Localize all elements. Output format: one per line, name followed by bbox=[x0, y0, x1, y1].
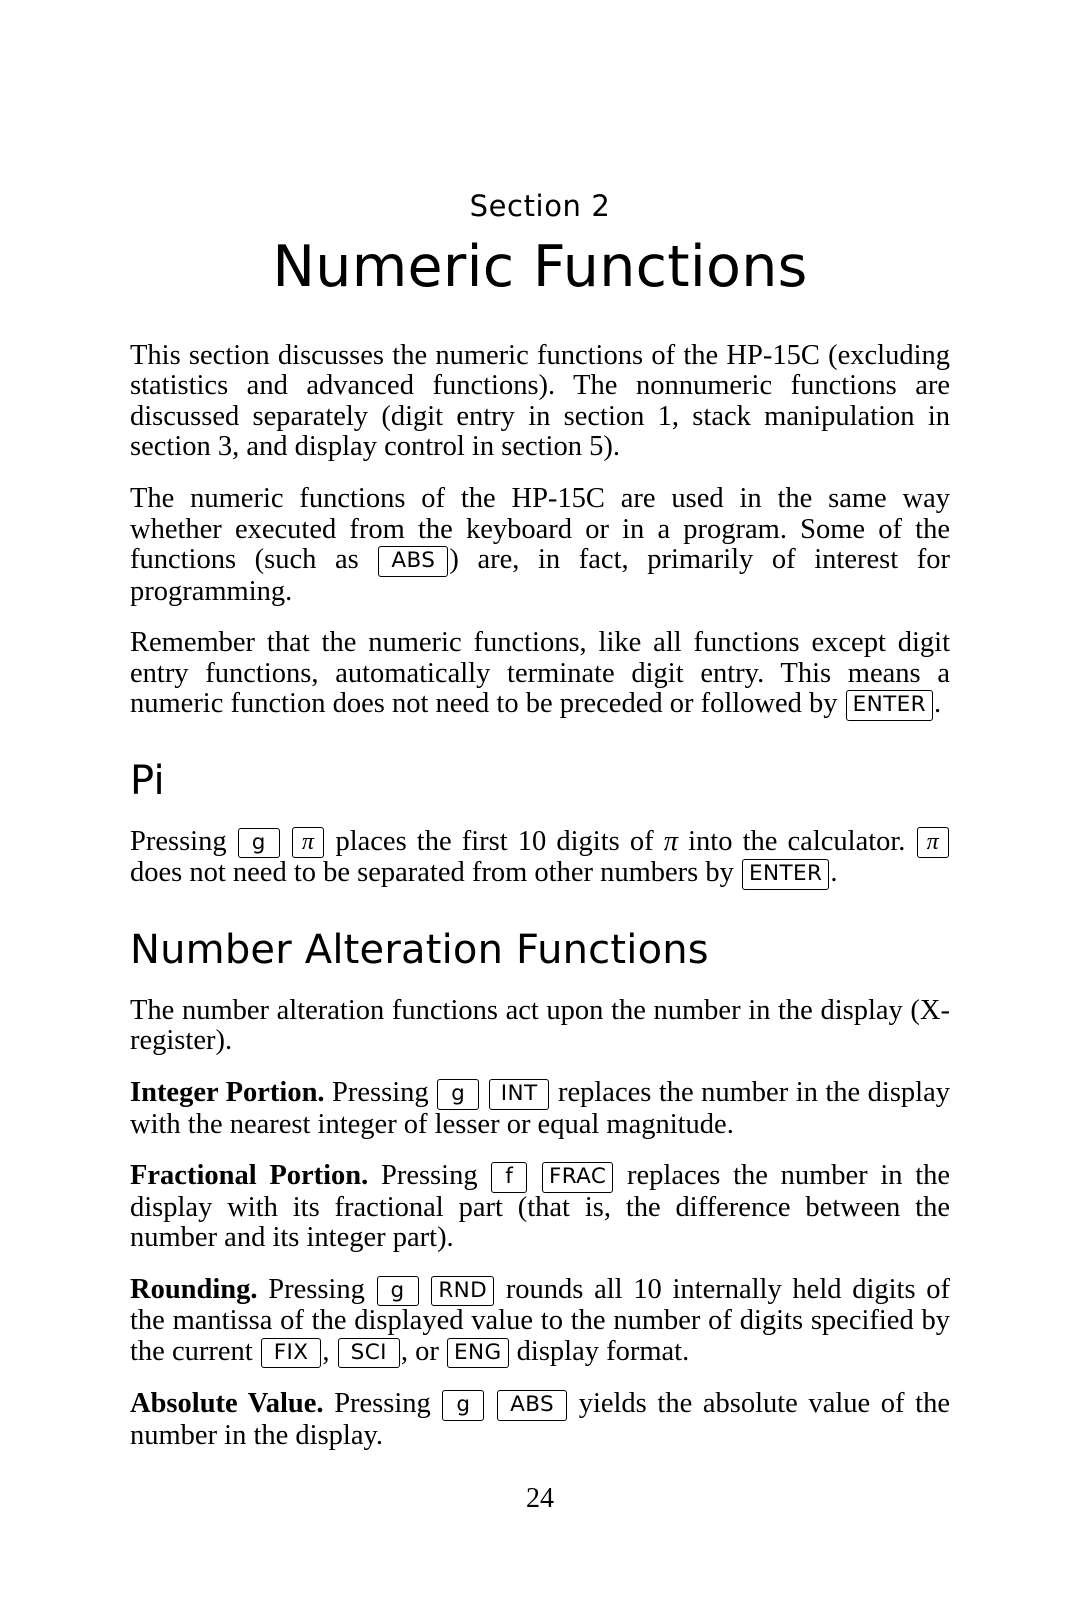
rounding-title: Rounding. bbox=[130, 1273, 258, 1305]
integer-portion-title: Integer Portion. bbox=[130, 1077, 325, 1109]
fractional-portion-title: Fractional Portion. bbox=[130, 1160, 369, 1192]
alteration-intro-text: The number alteration functions act upon… bbox=[130, 994, 950, 1057]
key-g[interactable]: g bbox=[237, 827, 280, 859]
absolute-value-text-a: Pressing bbox=[323, 1388, 442, 1420]
key-pi[interactable]: π bbox=[291, 826, 325, 858]
pi-text-c: into the calculator. bbox=[678, 825, 916, 857]
pi-paragraph: Pressing g π places the first 10 digits … bbox=[130, 803, 950, 890]
pi-text-d: does not need to be separated from other… bbox=[130, 857, 741, 889]
rounding-paragraph: Rounding. Pressing g RND rounds all 10 i… bbox=[130, 1254, 950, 1369]
heading-number-alteration-functions: Number Alteration Functions bbox=[130, 926, 709, 973]
key-int[interactable]: INT bbox=[488, 1079, 550, 1110]
pi-symbol: π bbox=[663, 825, 679, 857]
key-abs[interactable]: ABS bbox=[378, 546, 449, 577]
intro-paragraph-3: Remember that the numeric functions, lik… bbox=[130, 607, 950, 721]
rounding-text-d: , or bbox=[400, 1335, 446, 1367]
rounding-text-a: Pressing bbox=[257, 1273, 376, 1305]
absolute-value-paragraph: Absolute Value. Pressing g ABS yields th… bbox=[130, 1368, 950, 1451]
key-enter[interactable]: ENTER bbox=[845, 690, 933, 721]
key-g-abs[interactable]: g bbox=[442, 1390, 485, 1421]
intro-paragraph-1-text: This section discusses the numeric funct… bbox=[130, 339, 950, 463]
key-rnd[interactable]: RND bbox=[431, 1275, 495, 1307]
key-frac[interactable]: FRAC bbox=[541, 1162, 614, 1193]
document-page: Section 2 Numeric Functions This section… bbox=[0, 0, 1080, 1620]
key-fix[interactable]: FIX bbox=[260, 1337, 322, 1369]
intro-paragraph-3-text-a: Remember that the numeric functions, lik… bbox=[130, 627, 950, 720]
key-f[interactable]: f bbox=[491, 1162, 528, 1193]
key-enter-2[interactable]: ENTER bbox=[741, 859, 830, 890]
intro-paragraph-2: The numeric functions of the HP-15C are … bbox=[130, 463, 950, 607]
pi-text-e: . bbox=[830, 857, 838, 889]
fractional-portion-text-a: Pressing bbox=[368, 1160, 491, 1192]
page-number: 24 bbox=[526, 1483, 554, 1514]
pi-text-a: Pressing bbox=[130, 825, 237, 857]
key-sci[interactable]: SCI bbox=[337, 1337, 400, 1369]
intro-paragraph-3-text-b: . bbox=[933, 688, 942, 720]
fractional-portion-paragraph: Fractional Portion. Pressing f FRAC repl… bbox=[130, 1140, 950, 1254]
key-g-rnd[interactable]: g bbox=[376, 1275, 419, 1307]
rounding-text-c: , bbox=[322, 1335, 337, 1367]
absolute-value-title: Absolute Value. bbox=[130, 1388, 324, 1420]
key-eng[interactable]: ENG bbox=[447, 1337, 509, 1369]
integer-portion-text-a: Pressing bbox=[324, 1077, 437, 1109]
rounding-text-e: display format. bbox=[509, 1335, 690, 1367]
key-pi-2[interactable]: π bbox=[916, 826, 949, 858]
intro-paragraph-1: This section discusses the numeric funct… bbox=[130, 299, 950, 463]
pi-text-b: places the first 10 digits of bbox=[325, 825, 664, 857]
integer-portion-paragraph: Integer Portion. Pressing g INT replaces… bbox=[130, 1057, 950, 1140]
section-label: Section 2 bbox=[469, 189, 611, 223]
key-abs-2[interactable]: ABS bbox=[497, 1390, 568, 1421]
key-g-int[interactable]: g bbox=[437, 1079, 480, 1110]
heading-pi: Pi bbox=[130, 757, 165, 804]
page-title: Numeric Functions bbox=[272, 234, 808, 300]
alteration-intro-paragraph: The number alteration functions act upon… bbox=[130, 972, 950, 1057]
